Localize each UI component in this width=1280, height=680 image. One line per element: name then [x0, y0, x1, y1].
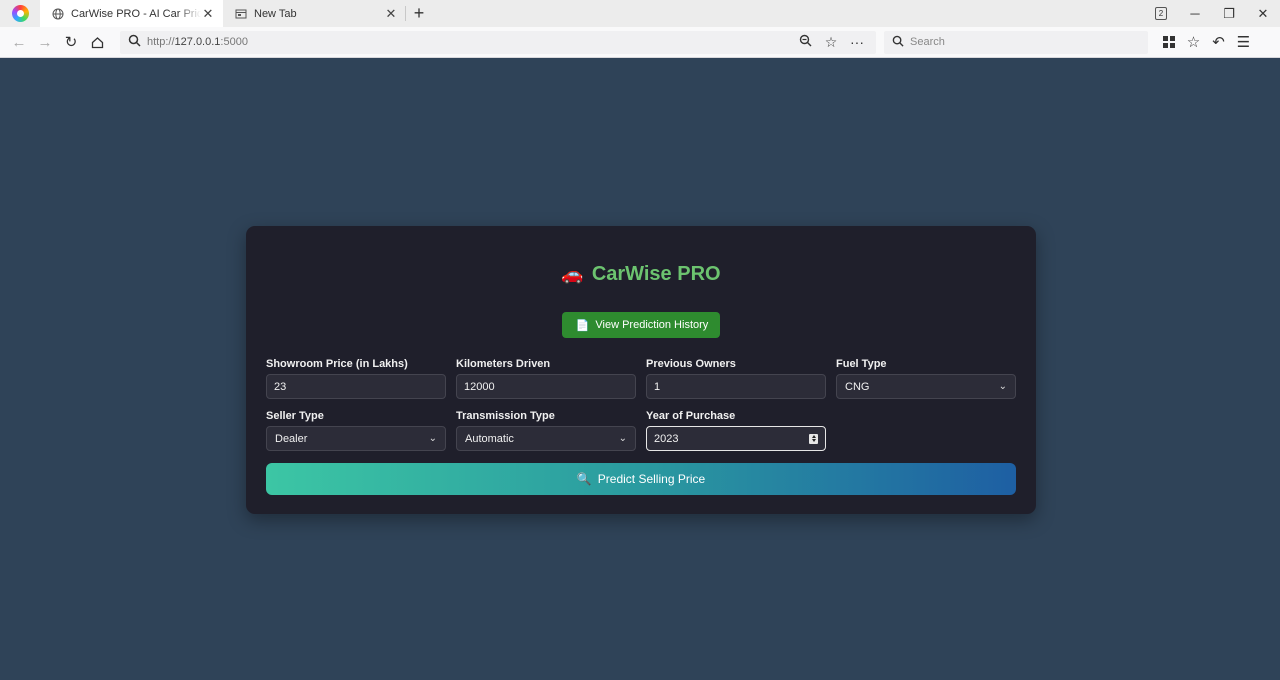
chevron-down-icon: ⌄: [998, 381, 1007, 392]
search-input[interactable]: [910, 36, 1130, 48]
view-history-button[interactable]: 📄 View Prediction History: [561, 312, 721, 338]
page-title: 🚗 CarWise PRO: [266, 262, 1016, 286]
close-tab-icon[interactable]: ✕: [384, 6, 398, 22]
reload-icon[interactable]: ↻: [58, 29, 84, 55]
previous-owners-field: Previous Owners 1: [646, 357, 826, 399]
kms-driven-field: Kilometers Driven 12000: [456, 357, 636, 399]
seller-type-select[interactable]: Dealer ⌄: [266, 426, 446, 451]
predict-price-button[interactable]: 🔍 Predict Selling Price: [266, 463, 1016, 495]
close-window-icon[interactable]: ✕: [1246, 0, 1280, 27]
home-icon[interactable]: [84, 29, 110, 55]
reading-list-icon[interactable]: ☆: [1181, 29, 1206, 55]
url-text: http://127.0.0.1:5000: [147, 36, 792, 48]
previous-owners-input[interactable]: 1: [646, 374, 826, 399]
kms-driven-label: Kilometers Driven: [456, 358, 551, 370]
url-host: 127.0.0.1: [174, 36, 221, 48]
predict-price-label: Predict Selling Price: [597, 472, 706, 486]
tab-new-tab[interactable]: New Tab ✕: [223, 0, 406, 27]
chevron-down-icon: ⌄: [618, 433, 627, 444]
view-history-label: View Prediction History: [595, 319, 709, 331]
search-icon: 🔍: [576, 472, 592, 486]
search-icon: [892, 35, 904, 50]
showroom-price-input[interactable]: 23: [266, 374, 446, 399]
tab-count-icon[interactable]: 2: [1144, 0, 1178, 27]
forward-arrow-icon[interactable]: →: [32, 29, 58, 55]
address-bar[interactable]: http://127.0.0.1:5000 ☆ ···: [120, 30, 876, 54]
seller-type-value: Dealer: [275, 432, 308, 445]
fuel-type-value: CNG: [845, 380, 870, 393]
transmission-type-label: Transmission Type: [456, 410, 555, 422]
form-grid: Showroom Price (in Lakhs) 23 Kilometers …: [266, 357, 1016, 451]
number-spinner-icon[interactable]: [809, 433, 818, 444]
prediction-form-card: 🚗 CarWise PRO 📄 View Prediction History …: [246, 226, 1036, 514]
bookmark-star-icon[interactable]: ☆: [818, 34, 844, 51]
close-tab-icon[interactable]: ✕: [201, 6, 215, 22]
showroom-price-label: Showroom Price (in Lakhs): [266, 358, 408, 370]
transmission-type-value: Automatic: [465, 432, 514, 445]
fuel-type-field: Fuel Type CNG ⌄: [836, 357, 1016, 399]
car-icon: 🚗: [561, 263, 584, 284]
new-tab-button[interactable]: +: [406, 0, 432, 27]
browser-logo-icon[interactable]: [0, 0, 40, 27]
zoom-icon[interactable]: [792, 34, 818, 50]
tab-title: New Tab: [254, 7, 297, 20]
fuel-type-select[interactable]: CNG ⌄: [836, 374, 1016, 399]
tab-carwise[interactable]: CarWise PRO - AI Car Price Predictor ✕: [40, 0, 223, 27]
browser-tab-strip: CarWise PRO - AI Car Price Predictor ✕ N…: [0, 0, 1280, 27]
search-icon: [128, 34, 141, 50]
menu-hamburger-icon[interactable]: ☰: [1231, 29, 1256, 55]
document-icon: 📄: [575, 319, 590, 332]
back-arrow-icon[interactable]: ←: [6, 29, 32, 55]
undo-icon[interactable]: ↶: [1206, 29, 1231, 55]
library-grid-icon[interactable]: [1156, 29, 1181, 55]
year-of-purchase-field: Year of Purchase 2023: [646, 409, 826, 451]
more-options-icon[interactable]: ···: [844, 34, 870, 50]
globe-icon: [52, 8, 64, 20]
kms-driven-input[interactable]: 12000: [456, 374, 636, 399]
url-scheme: http://: [147, 36, 175, 48]
search-bar[interactable]: [884, 30, 1148, 54]
browser-nav-bar: ← → ↻ http://127.0.0.1:5000 ☆ ··· ☆ ↶ ☰: [0, 27, 1280, 58]
year-of-purchase-value: 2023: [654, 432, 679, 445]
year-of-purchase-input[interactable]: 2023: [646, 426, 826, 451]
minimize-icon[interactable]: ─: [1178, 0, 1212, 27]
tab-title: CarWise PRO - AI Car Price Predictor: [71, 7, 201, 20]
showroom-price-field: Showroom Price (in Lakhs) 23: [266, 357, 446, 399]
fuel-type-label: Fuel Type: [836, 358, 887, 370]
newtab-icon: [235, 8, 247, 20]
restore-icon[interactable]: ❐: [1212, 0, 1246, 27]
page-viewport: 🚗 CarWise PRO 📄 View Prediction History …: [0, 59, 1280, 680]
previous-owners-label: Previous Owners: [646, 358, 736, 370]
url-port: :5000: [220, 36, 248, 48]
app-title-text: CarWise PRO: [591, 262, 721, 285]
seller-type-label: Seller Type: [266, 410, 324, 422]
transmission-type-select[interactable]: Automatic ⌄: [456, 426, 636, 451]
transmission-type-field: Transmission Type Automatic ⌄: [456, 409, 636, 451]
chevron-down-icon: ⌄: [428, 433, 437, 444]
year-of-purchase-label: Year of Purchase: [646, 410, 736, 422]
seller-type-field: Seller Type Dealer ⌄: [266, 409, 446, 451]
